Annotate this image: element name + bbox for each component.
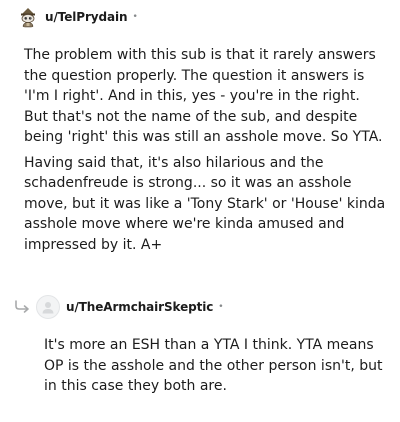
comment-1-header: u/TelPrydain • [17,5,138,29]
comment-1-body: The problem with this sub is that it rar… [24,45,386,255]
default-avatar-icon[interactable] [36,295,60,319]
comment-1-paragraph-2: Having said that, it's also hilarious an… [24,154,386,253]
comment-2-header: u/TheArmchairSkeptic • [14,294,224,320]
snoo-avatar-icon[interactable] [17,6,39,28]
meta-separator: • [218,301,224,312]
comment-1-paragraph-1: The problem with this sub is that it rar… [24,47,383,145]
comment-1-username[interactable]: u/TelPrydain [45,10,128,24]
comment-2-body: It's more an ESH than a YTA I think. YTA… [44,335,386,397]
reply-arrow-icon [14,300,32,314]
comment-2-paragraph-1: It's more an ESH than a YTA I think. YTA… [44,337,383,394]
meta-separator: • [132,11,138,22]
comment-2-username[interactable]: u/TheArmchairSkeptic [66,300,213,314]
